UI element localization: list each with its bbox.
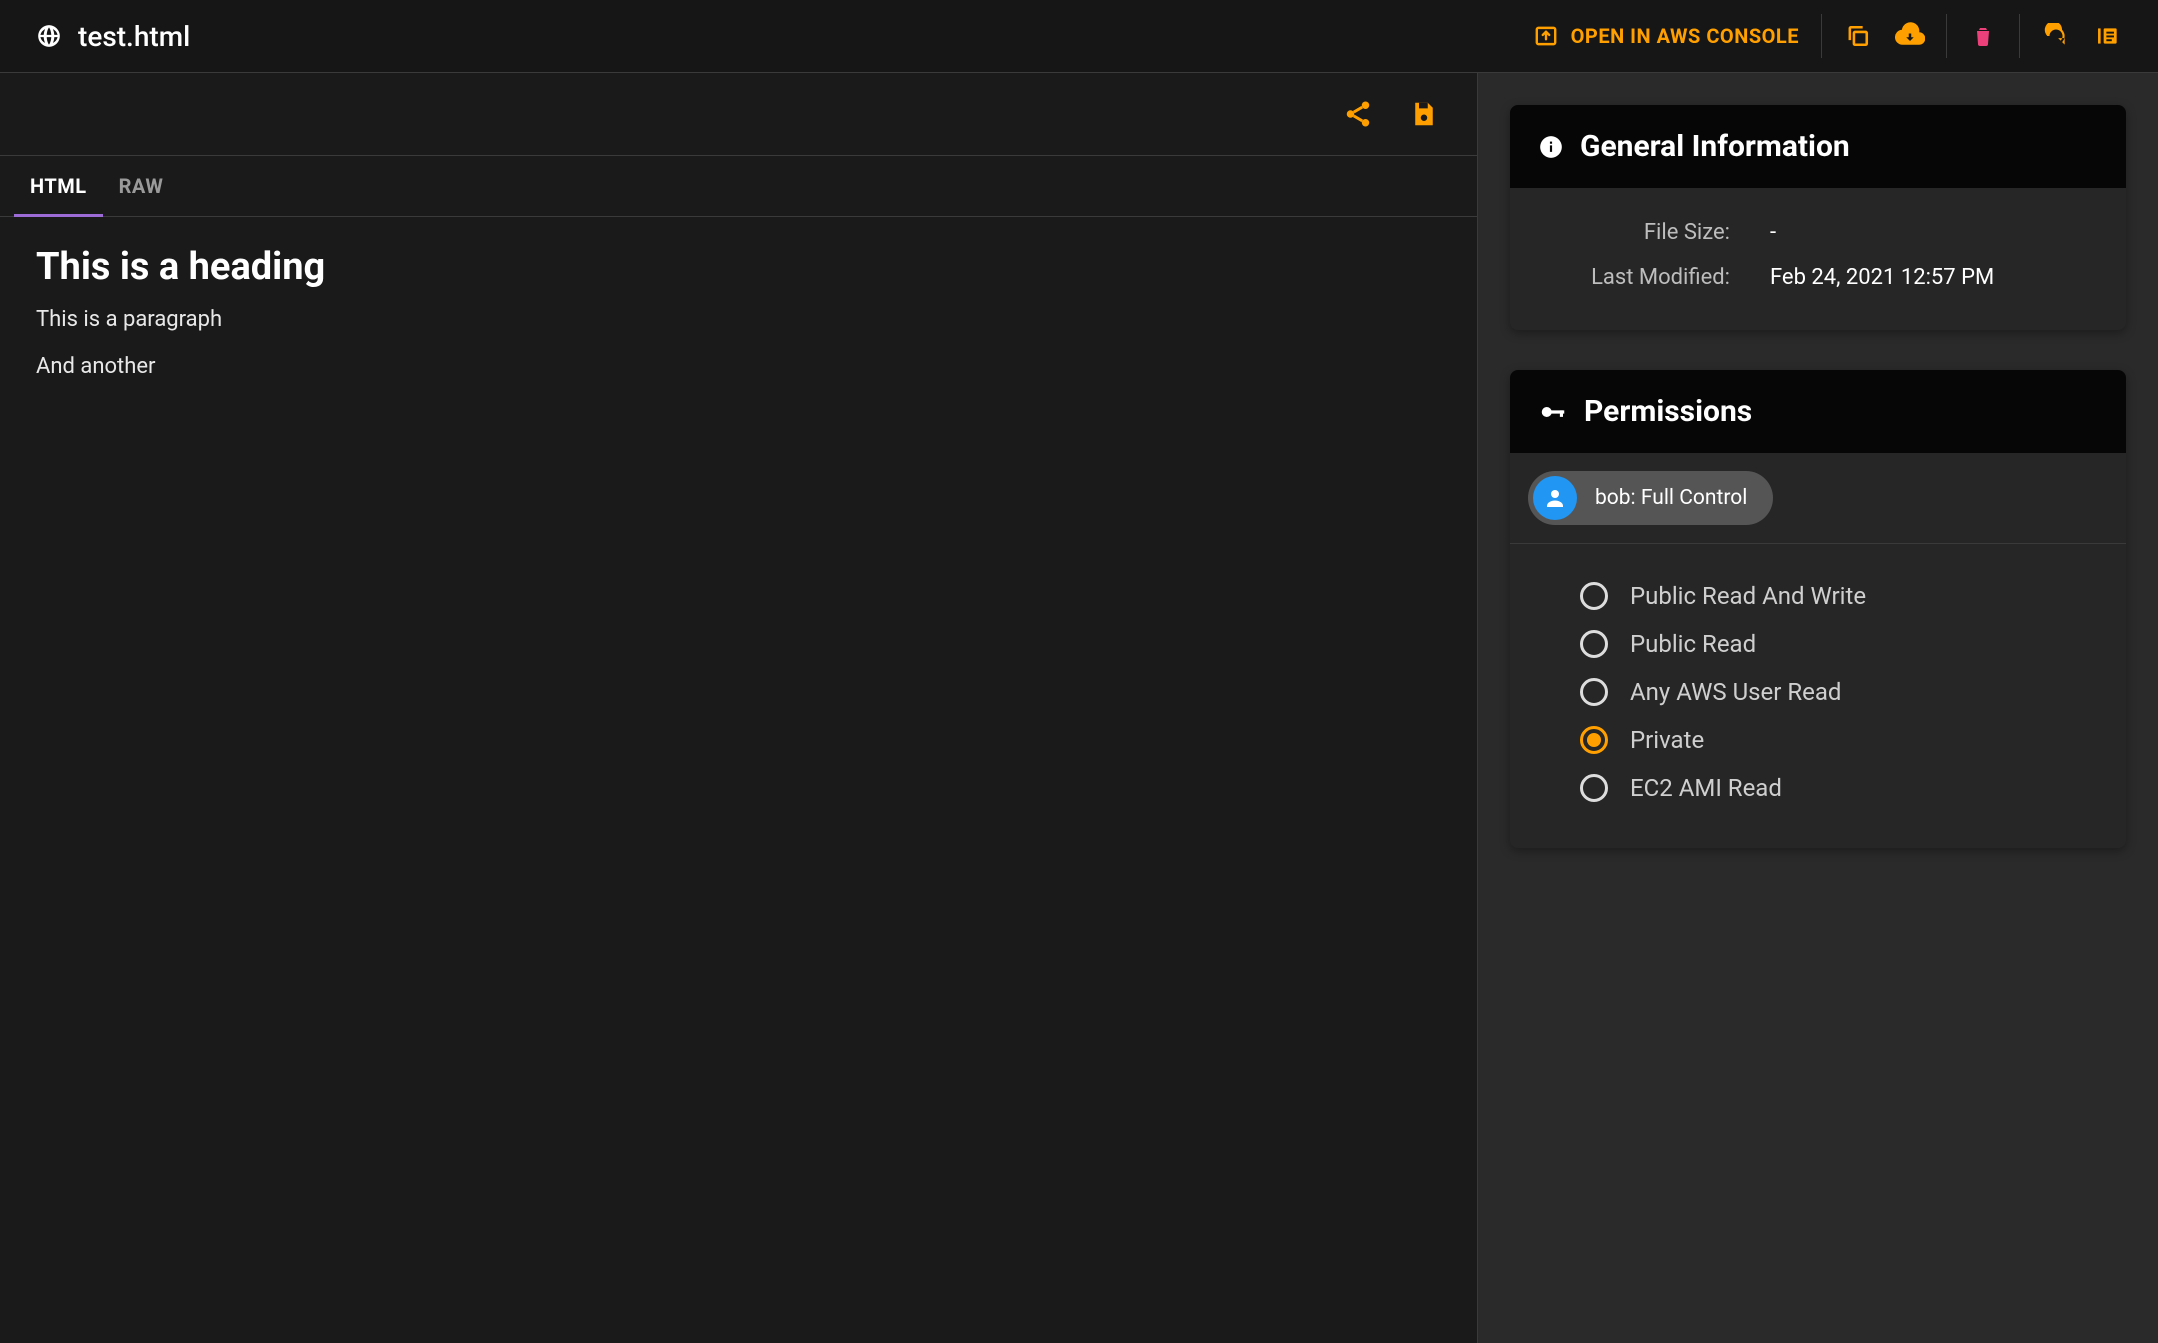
- permission-chip-row: bob: Full Control: [1510, 453, 2126, 544]
- permission-label: Public Read: [1630, 630, 1756, 658]
- globe-icon: [36, 23, 62, 49]
- share-button[interactable]: [1343, 99, 1373, 129]
- permission-option[interactable]: Public Read And Write: [1580, 572, 2076, 620]
- card-header: Permissions: [1510, 370, 2126, 453]
- divider: [1821, 14, 1822, 58]
- panel-toggle-button[interactable]: [2082, 10, 2134, 62]
- permission-option[interactable]: EC2 AMI Read: [1580, 764, 2076, 812]
- card-header: General Information: [1510, 105, 2126, 188]
- divider: [1946, 14, 1947, 58]
- radio-unchecked-icon: [1580, 582, 1608, 610]
- download-button[interactable]: [1884, 10, 1936, 62]
- open-aws-console-button[interactable]: OPEN IN AWS CONSOLE: [1521, 15, 1811, 57]
- preview-heading: This is a heading: [36, 245, 1441, 289]
- radio-unchecked-icon: [1580, 630, 1608, 658]
- open-aws-label: OPEN IN AWS CONSOLE: [1571, 24, 1799, 48]
- permission-option[interactable]: Private: [1580, 716, 2076, 764]
- view-tabs: HTML RAW: [0, 156, 1477, 217]
- tab-raw[interactable]: RAW: [103, 156, 180, 216]
- permission-options: Public Read And Write Public Read Any AWS …: [1510, 544, 2126, 848]
- refresh-button[interactable]: [2030, 10, 2082, 62]
- filename-text: test.html: [78, 20, 190, 53]
- preview-paragraph: This is a paragraph: [36, 307, 1441, 332]
- key-icon: [1538, 397, 1568, 427]
- permission-label: EC2 AMI Read: [1630, 774, 1782, 802]
- radio-checked-icon: [1580, 726, 1608, 754]
- info-row-modified: Last Modified: Feb 24, 2021 12:57 PM: [1550, 255, 2086, 300]
- tab-label: RAW: [119, 174, 164, 198]
- permission-label: Public Read And Write: [1630, 582, 1866, 610]
- info-value: -: [1770, 220, 1776, 245]
- copy-button[interactable]: [1832, 10, 1884, 62]
- info-value: Feb 24, 2021 12:57 PM: [1770, 265, 1994, 290]
- preview-paragraph: And another: [36, 354, 1441, 379]
- user-permission-chip[interactable]: bob: Full Control: [1528, 471, 1773, 525]
- info-label: File Size:: [1550, 220, 1730, 245]
- permission-option[interactable]: Any AWS User Read: [1580, 668, 2076, 716]
- permission-label: Private: [1630, 726, 1704, 754]
- permission-label: Any AWS User Read: [1630, 678, 1841, 706]
- card-title: Permissions: [1584, 394, 1752, 429]
- editor-pane: HTML RAW This is a heading This is a par…: [0, 73, 1478, 1343]
- save-button[interactable]: [1409, 99, 1439, 129]
- general-info-card: General Information File Size: - Last Mo…: [1510, 105, 2126, 330]
- details-pane: General Information File Size: - Last Mo…: [1478, 73, 2158, 1343]
- radio-unchecked-icon: [1580, 678, 1608, 706]
- file-title: test.html: [36, 20, 190, 53]
- html-preview: This is a heading This is a paragraph An…: [0, 217, 1477, 429]
- person-icon: [1533, 476, 1577, 520]
- chip-label: bob: Full Control: [1595, 486, 1747, 510]
- permission-option[interactable]: Public Read: [1580, 620, 2076, 668]
- tab-html[interactable]: HTML: [14, 156, 103, 216]
- permissions-card: Permissions bob: Full Control Public Rea…: [1510, 370, 2126, 848]
- divider: [2019, 14, 2020, 58]
- tab-label: HTML: [30, 174, 87, 198]
- radio-unchecked-icon: [1580, 774, 1608, 802]
- info-label: Last Modified:: [1550, 265, 1730, 290]
- card-title: General Information: [1580, 129, 1850, 164]
- info-icon: [1538, 134, 1564, 160]
- open-external-icon: [1533, 23, 1559, 49]
- info-row-size: File Size: -: [1550, 210, 2086, 255]
- top-toolbar: test.html OPEN IN AWS CONSOLE: [0, 0, 2158, 73]
- editor-subbar: [0, 73, 1477, 156]
- delete-button[interactable]: [1957, 10, 2009, 62]
